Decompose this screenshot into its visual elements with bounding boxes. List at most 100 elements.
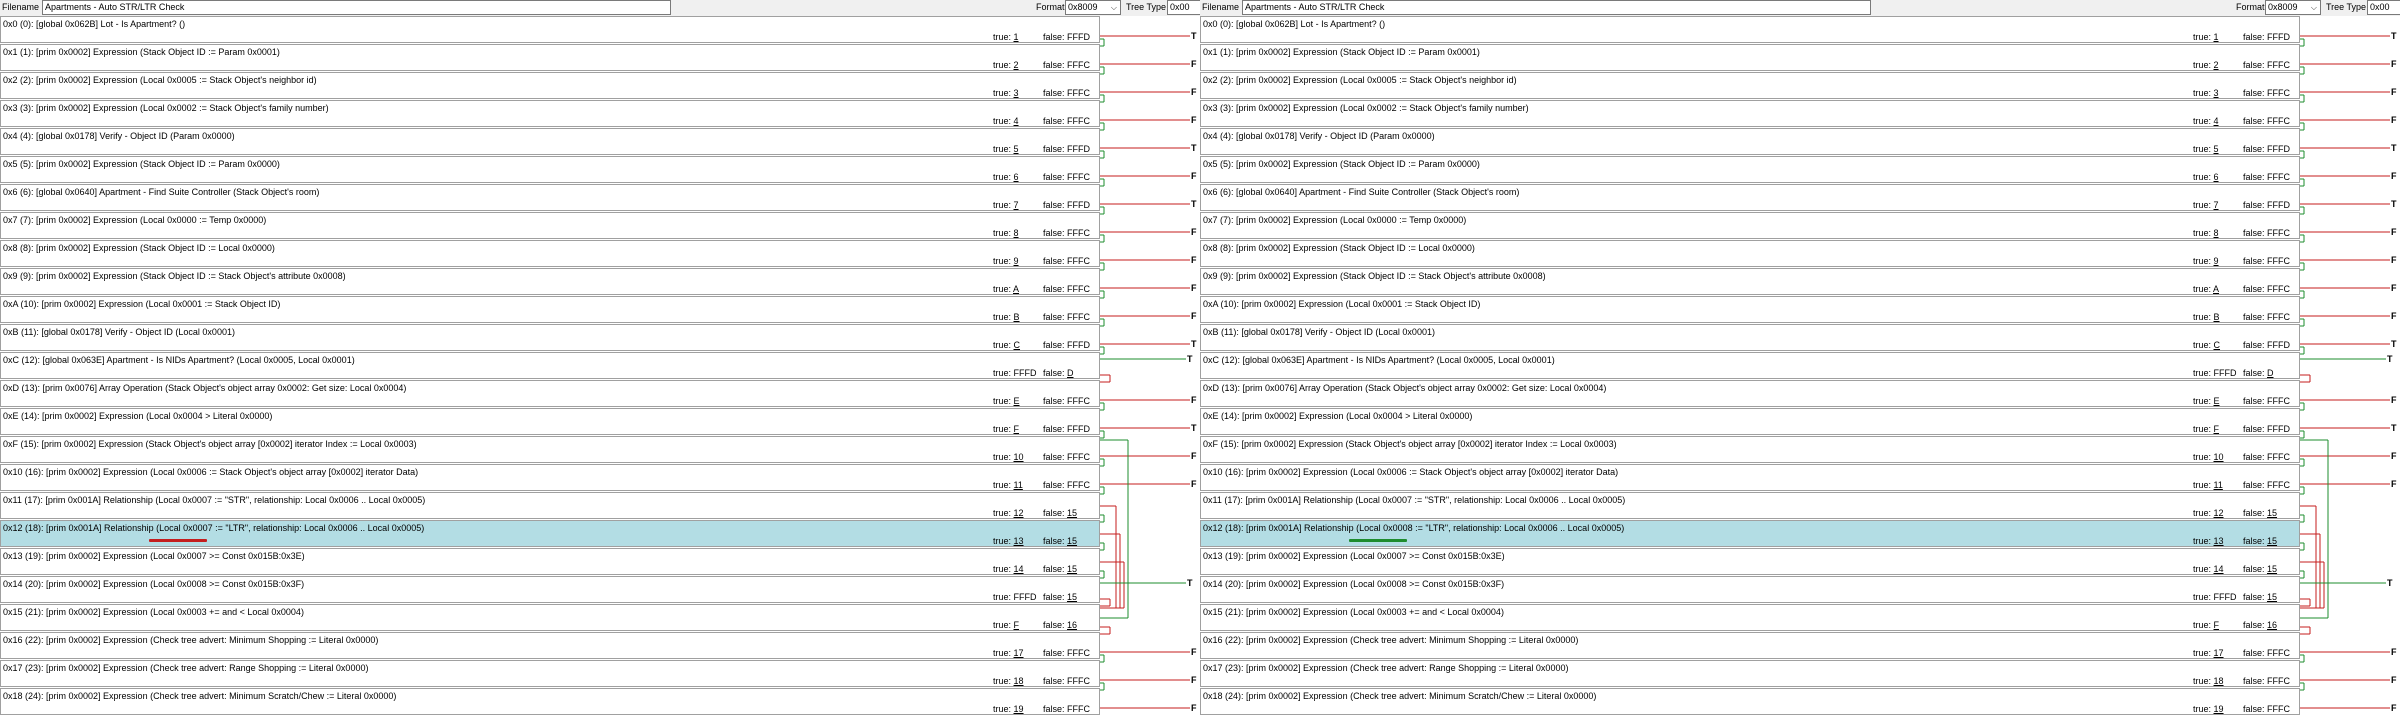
true-target[interactable]: 11 [1014,480,1023,490]
true-target[interactable]: 17 [1014,648,1024,658]
false-target[interactable]: D [1067,368,1074,378]
true-target[interactable]: 2 [1014,60,1019,70]
true-target[interactable]: 19 [2214,704,2224,714]
true-target[interactable]: 18 [1014,676,1024,686]
tree-node[interactable]: 0x17 (23): [prim 0x0002] Expression (Che… [1200,660,2300,687]
true-target[interactable]: 3 [2214,88,2219,98]
tree-type-input[interactable]: 0x00 [2367,0,2400,15]
tree-node[interactable]: 0x18 (24): [prim 0x0002] Expression (Che… [0,688,1100,715]
tree-node[interactable]: 0x5 (5): [prim 0x0002] Expression (Stack… [0,156,1100,183]
false-target[interactable]: 15 [2267,508,2277,518]
tree-node[interactable]: 0x17 (23): [prim 0x0002] Expression (Che… [0,660,1100,687]
tree-node[interactable]: 0xD (13): [prim 0x0076] Array Operation … [1200,380,2300,407]
true-target[interactable]: C [1014,340,1021,350]
true-target[interactable]: 10 [2214,452,2224,462]
format-select[interactable]: 0x8009 ⌵ [2265,0,2321,15]
true-target[interactable]: 14 [1014,564,1024,574]
true-target[interactable]: 12 [1014,508,1024,518]
tree-node[interactable]: 0x13 (19): [prim 0x0002] Expression (Loc… [1200,548,2300,575]
true-target[interactable]: 9 [2214,256,2219,266]
tree-node[interactable]: 0x8 (8): [prim 0x0002] Expression (Stack… [1200,240,2300,267]
filename-input[interactable]: Apartments - Auto STR/LTR Check [1242,0,1871,15]
true-target[interactable]: A [2213,284,2219,294]
true-target[interactable]: 18 [2214,676,2224,686]
tree-node[interactable]: 0x9 (9): [prim 0x0002] Expression (Stack… [0,268,1100,295]
tree-node[interactable]: 0xF (15): [prim 0x0002] Expression (Stac… [0,436,1100,463]
tree-node[interactable]: 0x13 (19): [prim 0x0002] Expression (Loc… [0,548,1100,575]
true-target[interactable]: F [2214,620,2220,630]
true-target[interactable]: 5 [2214,144,2219,154]
tree-node[interactable]: 0x7 (7): [prim 0x0002] Expression (Local… [0,212,1100,239]
tree-node[interactable]: 0xC (12): [global 0x063E] Apartment - Is… [1200,352,2300,379]
tree-node[interactable]: 0x1 (1): [prim 0x0002] Expression (Stack… [1200,44,2300,71]
true-target[interactable]: F [1014,424,1020,434]
true-target[interactable]: 19 [1014,704,1024,714]
tree-node[interactable]: 0x11 (17): [prim 0x001A] Relationship (L… [1200,492,2300,519]
tree-node[interactable]: 0x8 (8): [prim 0x0002] Expression (Stack… [0,240,1100,267]
filename-input[interactable]: Apartments - Auto STR/LTR Check [42,0,671,15]
tree-node[interactable]: 0xD (13): [prim 0x0076] Array Operation … [0,380,1100,407]
tree-node[interactable]: 0xE (14): [prim 0x0002] Expression (Loca… [1200,408,2300,435]
false-target[interactable]: D [2267,368,2274,378]
format-select[interactable]: 0x8009 ⌵ [1065,0,1121,15]
tree-node[interactable]: 0x9 (9): [prim 0x0002] Expression (Stack… [1200,268,2300,295]
tree-node[interactable]: 0x0 (0): [global 0x062B] Lot - Is Apartm… [1200,16,2300,43]
tree-node[interactable]: 0xF (15): [prim 0x0002] Expression (Stac… [1200,436,2300,463]
tree-node[interactable]: 0xA (10): [prim 0x0002] Expression (Loca… [0,296,1100,323]
tree-node[interactable]: 0x3 (3): [prim 0x0002] Expression (Local… [0,100,1100,127]
false-target[interactable]: 15 [2267,536,2277,546]
true-target[interactable]: 8 [1014,228,1019,238]
tree-type-input[interactable]: 0x00 [1167,0,1200,15]
tree-node[interactable]: 0x11 (17): [prim 0x001A] Relationship (L… [0,492,1100,519]
tree-node[interactable]: 0x15 (21): [prim 0x0002] Expression (Loc… [0,604,1100,631]
true-target[interactable]: 6 [2214,172,2219,182]
true-target[interactable]: 6 [1014,172,1019,182]
true-target[interactable]: B [2214,312,2220,322]
tree-node[interactable]: 0x6 (6): [global 0x0640] Apartment - Fin… [0,184,1100,211]
false-target[interactable]: 16 [1067,620,1077,630]
tree-node[interactable]: 0x6 (6): [global 0x0640] Apartment - Fin… [1200,184,2300,211]
tree-node[interactable]: 0x1 (1): [prim 0x0002] Expression (Stack… [0,44,1100,71]
true-target[interactable]: 1 [1014,32,1019,42]
tree-node[interactable]: 0x12 (18): [prim 0x001A] Relationship (L… [1200,520,2300,547]
false-target[interactable]: 15 [1067,508,1077,518]
tree-node[interactable]: 0x12 (18): [prim 0x001A] Relationship (L… [0,520,1100,547]
tree-node[interactable]: 0xB (11): [global 0x0178] Verify - Objec… [1200,324,2300,351]
false-target[interactable]: 15 [2267,592,2277,602]
tree-node[interactable]: 0x16 (22): [prim 0x0002] Expression (Che… [0,632,1100,659]
true-target[interactable]: B [1014,312,1020,322]
tree-node[interactable]: 0xE (14): [prim 0x0002] Expression (Loca… [0,408,1100,435]
true-target[interactable]: 4 [2214,116,2219,126]
true-target[interactable]: 4 [1014,116,1019,126]
tree-node[interactable]: 0x4 (4): [global 0x0178] Verify - Object… [1200,128,2300,155]
false-target[interactable]: 15 [1067,592,1077,602]
true-target[interactable]: 3 [1014,88,1019,98]
true-target[interactable]: 9 [1014,256,1019,266]
tree-node[interactable]: 0x2 (2): [prim 0x0002] Expression (Local… [0,72,1100,99]
true-target[interactable]: 2 [2214,60,2219,70]
tree-node[interactable]: 0x10 (16): [prim 0x0002] Expression (Loc… [1200,464,2300,491]
false-target[interactable]: 15 [1067,564,1077,574]
tree-node[interactable]: 0xB (11): [global 0x0178] Verify - Objec… [0,324,1100,351]
tree-node[interactable]: 0x0 (0): [global 0x062B] Lot - Is Apartm… [0,16,1100,43]
true-target[interactable]: 14 [2214,564,2224,574]
true-target[interactable]: 10 [1014,452,1024,462]
tree-node[interactable]: 0xC (12): [global 0x063E] Apartment - Is… [0,352,1100,379]
tree-node[interactable]: 0x5 (5): [prim 0x0002] Expression (Stack… [1200,156,2300,183]
false-target[interactable]: 16 [2267,620,2277,630]
true-target[interactable]: 17 [2214,648,2224,658]
tree-node[interactable]: 0x10 (16): [prim 0x0002] Expression (Loc… [0,464,1100,491]
false-target[interactable]: 15 [2267,564,2277,574]
true-target[interactable]: 5 [1014,144,1019,154]
true-target[interactable]: 11 [2214,480,2223,490]
tree-node[interactable]: 0x14 (20): [prim 0x0002] Expression (Loc… [1200,576,2300,603]
true-target[interactable]: 7 [2214,200,2219,210]
true-target[interactable]: E [1014,396,1020,406]
tree-node[interactable]: 0x15 (21): [prim 0x0002] Expression (Loc… [1200,604,2300,631]
true-target[interactable]: A [1013,284,1019,294]
true-target[interactable]: E [2214,396,2220,406]
true-target[interactable]: 1 [2214,32,2219,42]
true-target[interactable]: F [2214,424,2220,434]
tree-node[interactable]: 0x16 (22): [prim 0x0002] Expression (Che… [1200,632,2300,659]
true-target[interactable]: C [2214,340,2221,350]
